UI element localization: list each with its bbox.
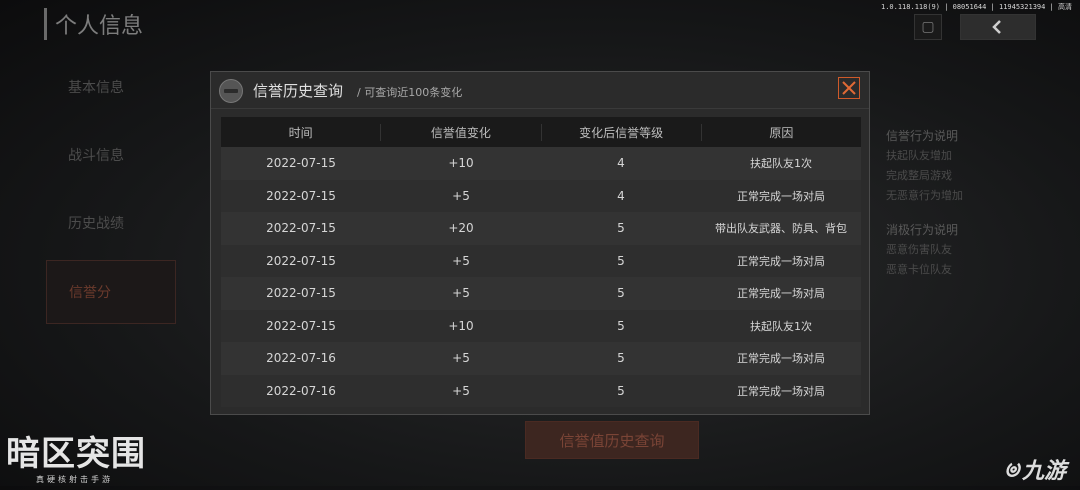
close-icon bbox=[842, 81, 856, 95]
table-row: 2022-07-15 +20 5 带出队友武器、防具、背包 bbox=[221, 212, 861, 245]
cell-change: +5 bbox=[452, 188, 470, 203]
cell-reason: 正常完成一场对局 bbox=[737, 189, 825, 203]
cell-date: 2022-07-15 bbox=[266, 188, 336, 203]
table-row: 2022-07-16 +5 5 正常完成一场对局 bbox=[221, 342, 861, 375]
column-header-reason: 原因 bbox=[769, 125, 794, 140]
table-row: 2022-07-15 +5 5 正常完成一场对局 bbox=[221, 277, 861, 310]
dialog-header: 信誉历史查询 / 可查询近100条变化 bbox=[211, 72, 869, 109]
cell-level: 5 bbox=[617, 286, 625, 301]
game-logo-subtitle: 真硬核射击手游 bbox=[36, 475, 113, 484]
cell-reason: 扶起队友1次 bbox=[750, 319, 812, 333]
cell-level: 4 bbox=[617, 156, 625, 171]
sidebar-item-credit-score[interactable]: 信誉分 bbox=[46, 260, 176, 324]
sidebar-item-battle-info[interactable]: 战斗信息 bbox=[46, 124, 176, 186]
credit-history-dialog: 信誉历史查询 / 可查询近100条变化 时间 信誉值变化 变化后信誉等级 原因 … bbox=[210, 71, 870, 415]
table-row: 2022-07-15 +5 4 正常完成一场对局 bbox=[221, 179, 861, 212]
helmet-icon bbox=[219, 79, 243, 103]
sidebar: 基本信息 战斗信息 历史战绩 信誉分 bbox=[46, 56, 176, 330]
negative-line: 恶意卡位队友 bbox=[886, 263, 952, 276]
watermark: ၑ 九游 bbox=[1004, 448, 1066, 490]
cell-date: 2022-07-15 bbox=[266, 253, 336, 268]
square-icon: ▢ bbox=[921, 19, 935, 35]
sidebar-item-label: 战斗信息 bbox=[68, 148, 124, 164]
table-row: 2022-07-15 +5 5 正常完成一场对局 bbox=[221, 244, 861, 277]
cell-level: 5 bbox=[617, 351, 625, 366]
cell-reason: 正常完成一场对局 bbox=[737, 287, 825, 301]
back-button[interactable] bbox=[960, 14, 1036, 40]
cell-date: 2022-07-16 bbox=[266, 351, 336, 366]
cell-change: +10 bbox=[448, 156, 474, 171]
credit-history-table: 时间 信誉值变化 变化后信誉等级 原因 2022-07-15 +10 4 扶起队… bbox=[221, 117, 861, 407]
credit-history-button[interactable]: 信誉值历史查询 bbox=[525, 421, 699, 459]
page-title: 个人信息 bbox=[44, 8, 143, 40]
back-arrow-icon bbox=[992, 20, 1001, 34]
column-header-time: 时间 bbox=[221, 123, 382, 141]
cell-change: +5 bbox=[452, 253, 470, 268]
cell-change: +20 bbox=[448, 221, 474, 236]
toolbar-small-button[interactable]: ▢ bbox=[914, 14, 942, 40]
jiuyou-logo-icon: ၑ bbox=[1003, 450, 1020, 483]
sidebar-item-label: 历史战绩 bbox=[68, 216, 124, 232]
cell-level: 5 bbox=[617, 383, 625, 398]
sidebar-item-label: 基本信息 bbox=[68, 80, 124, 96]
version-label: 1.0.118.118(9) | 08051644 | 11945321394 … bbox=[880, 3, 1072, 11]
dialog-title: 信誉历史查询 bbox=[253, 82, 344, 100]
cell-reason: 带出队友武器、防具、背包 bbox=[715, 222, 847, 236]
watermark-text: 九游 bbox=[1021, 459, 1066, 484]
cell-date: 2022-07-15 bbox=[266, 318, 336, 333]
cell-change: +10 bbox=[448, 318, 474, 333]
sidebar-item-history[interactable]: 历史战绩 bbox=[46, 192, 176, 254]
sidebar-item-label: 信誉分 bbox=[69, 285, 111, 301]
cell-date: 2022-07-15 bbox=[266, 286, 336, 301]
positive-line: 扶起队友增加 bbox=[886, 149, 952, 162]
cell-change: +5 bbox=[452, 351, 470, 366]
game-logo: 暗区突围 bbox=[6, 434, 146, 474]
cell-date: 2022-07-15 bbox=[266, 221, 336, 236]
cell-level: 5 bbox=[617, 253, 625, 268]
table-body: 2022-07-15 +10 4 扶起队友1次 2022-07-15 +5 4 … bbox=[221, 147, 861, 407]
cell-change: +5 bbox=[452, 286, 470, 301]
cell-date: 2022-07-15 bbox=[266, 156, 336, 171]
cell-reason: 正常完成一场对局 bbox=[737, 254, 825, 268]
positive-title: 信誉行为说明 bbox=[886, 129, 959, 143]
positive-line: 完成整局游戏 bbox=[886, 169, 952, 182]
negative-line: 恶意伤害队友 bbox=[886, 243, 952, 256]
cell-reason: 扶起队友1次 bbox=[750, 157, 812, 171]
table-row: 2022-07-15 +10 4 扶起队友1次 bbox=[221, 147, 861, 180]
table-row: 2022-07-15 +10 5 扶起队友1次 bbox=[221, 309, 861, 342]
table-header: 时间 信誉值变化 变化后信誉等级 原因 bbox=[221, 117, 861, 147]
cell-reason: 正常完成一场对局 bbox=[737, 384, 825, 398]
cell-level: 4 bbox=[617, 188, 625, 203]
negative-title: 消极行为说明 bbox=[886, 223, 959, 237]
cell-level: 5 bbox=[617, 318, 625, 333]
dialog-subtitle: / 可查询近100条变化 bbox=[357, 86, 463, 99]
column-header-level: 变化后信誉等级 bbox=[542, 123, 702, 141]
close-button[interactable] bbox=[838, 77, 860, 99]
cell-level: 5 bbox=[617, 221, 625, 236]
column-header-change: 信誉值变化 bbox=[381, 123, 542, 141]
cell-reason: 正常完成一场对局 bbox=[737, 352, 825, 366]
cell-date: 2022-07-16 bbox=[266, 383, 336, 398]
table-row: 2022-07-16 +5 5 正常完成一场对局 bbox=[221, 374, 861, 407]
sidebar-item-basic-info[interactable]: 基本信息 bbox=[46, 56, 176, 118]
right-info-panel: 信誉行为说明 扶起队友增加 完成整局游戏 无恶意行为增加 消极行为说明 恶意伤害… bbox=[886, 126, 963, 280]
cell-change: +5 bbox=[452, 383, 470, 398]
positive-line: 无恶意行为增加 bbox=[886, 189, 963, 202]
